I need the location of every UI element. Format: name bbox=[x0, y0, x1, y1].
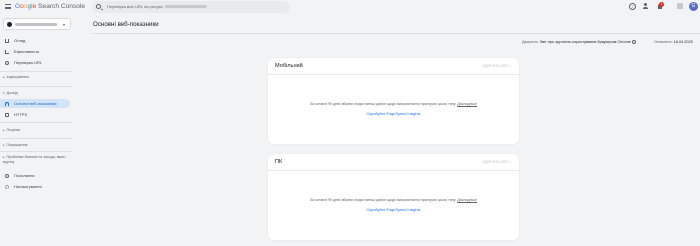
sidebar-item-label: Налаштування bbox=[14, 184, 42, 189]
page-title: Основні веб-показники bbox=[93, 21, 159, 28]
manage-users-icon[interactable] bbox=[643, 3, 650, 10]
search-icon[interactable] bbox=[96, 4, 101, 9]
sidebar-item-links[interactable]: Посилання bbox=[0, 171, 70, 180]
sidebar-section-security[interactable]: ▸ Проблеми безпеки та заходи, вжиті вручн… bbox=[3, 155, 69, 165]
sidebar-item-label: Перевірка URL bbox=[14, 60, 42, 65]
google-apps-grid-icon[interactable] bbox=[677, 3, 683, 9]
learn-more-link[interactable]: Докладніше bbox=[457, 198, 477, 202]
source-info: Джерело: Звіт про зручність користування… bbox=[522, 40, 636, 44]
pagespeed-insights-link[interactable]: Спробуйте PageSpeed Insights bbox=[268, 112, 519, 116]
property-selector[interactable]: ▾ bbox=[3, 18, 71, 30]
mobile-card: Мобільний ВІДКРИТИ ЗВІТ › За останні 90 … bbox=[268, 58, 519, 144]
sidebar-item-url-inspection[interactable]: Перевірка URL bbox=[0, 58, 70, 67]
sidebar-divider bbox=[0, 86, 72, 87]
gear-icon bbox=[5, 184, 9, 189]
lock-icon bbox=[5, 112, 9, 117]
sidebar-divider bbox=[0, 138, 72, 139]
sidebar-item-label: Огляд bbox=[14, 38, 26, 43]
redacted-domain bbox=[165, 5, 208, 9]
sidebar-section-shopping[interactable]: ▸ Покупки bbox=[3, 128, 20, 132]
sidebar-item-settings[interactable]: Налаштування bbox=[0, 182, 70, 191]
updated-info: Оновлено: 16.04.2025 bbox=[654, 40, 693, 44]
hamburger-menu-icon[interactable] bbox=[5, 4, 11, 9]
sidebar-item-label: Основні веб-показники bbox=[14, 101, 57, 106]
property-name-redacted bbox=[15, 23, 57, 26]
sidebar-divider bbox=[0, 71, 72, 72]
sidebar-section-indexing[interactable]: ▸ Індексування bbox=[3, 75, 29, 79]
open-report-button[interactable]: ВІДКРИТИ ЗВІТ › bbox=[482, 64, 511, 68]
card-title: Мобільний bbox=[275, 63, 303, 69]
sidebar-item-core-web-vitals[interactable]: Основні веб-показники bbox=[0, 99, 70, 108]
sidebar-item-performance[interactable]: Ефективність bbox=[0, 47, 70, 56]
top-bar: Google Search Console Перевірка всіх URL… bbox=[0, 0, 700, 14]
sidebar-section-enhancements[interactable]: ▸ Покращення bbox=[3, 143, 28, 147]
info-help-icon[interactable] bbox=[631, 40, 636, 44]
notification-count-badge: 2 bbox=[659, 2, 664, 7]
help-icon[interactable]: ? bbox=[629, 3, 636, 10]
search-console-logo[interactable]: Google Search Console bbox=[15, 3, 85, 10]
sidebar-item-label: Ефективність bbox=[14, 49, 40, 54]
chart-icon bbox=[5, 49, 9, 54]
sidebar-item-label: Посилання bbox=[14, 173, 35, 178]
sidebar-divider bbox=[0, 151, 72, 152]
card-divider bbox=[268, 74, 519, 75]
sidebar-divider bbox=[0, 122, 72, 123]
desktop-card: ПК ВІДКРИТИ ЗВІТ › За останні 90 днів зі… bbox=[268, 154, 519, 240]
magnifier-icon bbox=[5, 60, 9, 65]
card-title: ПК bbox=[275, 159, 283, 165]
home-icon bbox=[5, 38, 9, 43]
chevron-down-icon: ▾ bbox=[63, 22, 66, 27]
expand-triangle-icon: ▸ bbox=[3, 75, 5, 79]
sidebar-item-https[interactable]: HTTPS bbox=[0, 110, 70, 119]
url-inspection-search[interactable]: Перевірка всіх URL на ресурсі bbox=[92, 1, 290, 13]
sidebar-section-experience[interactable]: ▾ Досвід bbox=[3, 91, 18, 95]
collapse-triangle-icon: ▾ bbox=[3, 91, 5, 95]
property-favicon-icon bbox=[7, 22, 12, 27]
search-input[interactable]: Перевірка всіх URL на ресурсі bbox=[107, 4, 208, 9]
insufficient-data-message: За останні 90 днів зібрано недостатньо д… bbox=[309, 198, 478, 202]
expand-triangle-icon: ▸ bbox=[3, 143, 5, 147]
card-divider bbox=[268, 170, 519, 171]
open-report-button[interactable]: ВІДКРИТИ ЗВІТ › bbox=[482, 160, 511, 164]
sidebar-item-overview[interactable]: Огляд bbox=[0, 36, 70, 45]
sidebar-item-label: HTTPS bbox=[14, 112, 28, 117]
gauge-icon bbox=[5, 101, 9, 106]
account-avatar[interactable]: G bbox=[689, 2, 698, 11]
expand-triangle-icon: ▸ bbox=[3, 128, 5, 132]
title-divider bbox=[92, 33, 700, 34]
pagespeed-insights-link[interactable]: Спробуйте PageSpeed Insights bbox=[268, 208, 519, 212]
links-icon bbox=[5, 173, 9, 178]
insufficient-data-message: За останні 90 днів зібрано недостатньо д… bbox=[309, 102, 478, 106]
learn-more-link[interactable]: Докладніше bbox=[457, 102, 477, 106]
expand-triangle-icon: ▸ bbox=[3, 155, 5, 159]
